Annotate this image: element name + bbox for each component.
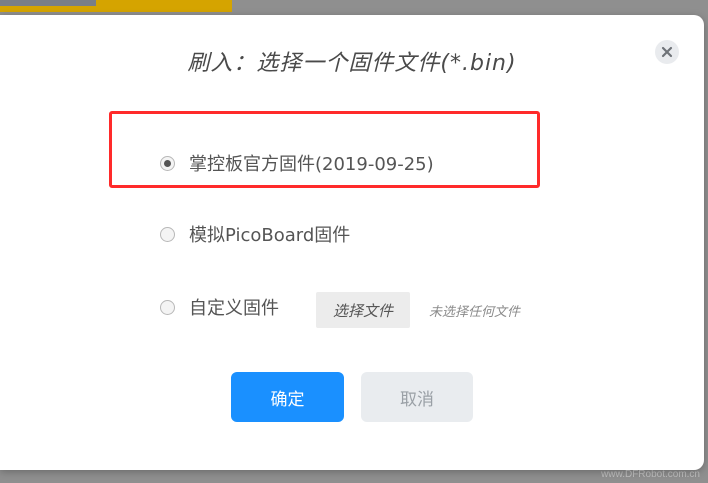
radio-picoboard-firmware[interactable] bbox=[160, 226, 175, 242]
file-status-text: 未选择任何文件 bbox=[429, 305, 521, 320]
close-icon bbox=[661, 46, 673, 58]
option-picoboard-firmware[interactable]: 模拟PicoBoard固件 bbox=[160, 222, 350, 246]
dialog-title: 刷入：选择一个固件文件(*.bin) bbox=[187, 51, 517, 76]
flash-firmware-dialog: 刷入：选择一个固件文件(*.bin) 掌控板官方固件(2019-09-25) 模… bbox=[0, 15, 704, 470]
background-window-strip bbox=[0, 0, 232, 12]
confirm-button[interactable]: 确定 bbox=[231, 372, 344, 422]
option-official-firmware[interactable]: 掌控板官方固件(2019-09-25) bbox=[160, 151, 434, 175]
option-label-picoboard-firmware: 模拟PicoBoard固件 bbox=[189, 225, 351, 246]
option-label-official-firmware: 掌控板官方固件(2019-09-25) bbox=[189, 154, 434, 175]
option-label-custom-firmware: 自定义固件 bbox=[189, 298, 279, 319]
radio-official-firmware[interactable] bbox=[160, 155, 175, 171]
option-custom-firmware[interactable]: 自定义固件 bbox=[160, 295, 279, 319]
close-button[interactable] bbox=[655, 40, 679, 64]
radio-custom-firmware[interactable] bbox=[160, 299, 175, 315]
background-window-strip-inner bbox=[0, 0, 96, 6]
watermark: www.DFRobot.com.cn bbox=[601, 469, 700, 480]
choose-file-button[interactable]: 选择文件 bbox=[316, 292, 410, 328]
cancel-button[interactable]: 取消 bbox=[361, 372, 473, 422]
